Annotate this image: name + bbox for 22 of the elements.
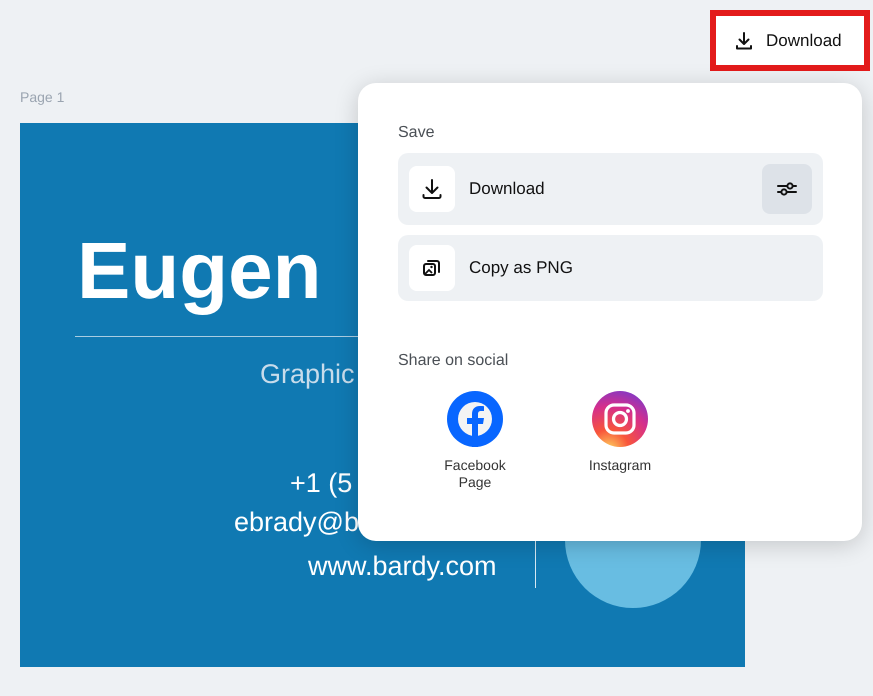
download-button[interactable]: Download <box>716 16 864 65</box>
copy-image-icon <box>409 245 455 291</box>
save-option[interactable]: Download <box>398 153 823 225</box>
card-title: Graphic <box>260 359 355 390</box>
settings-button[interactable] <box>762 164 812 214</box>
page-label: Page 1 <box>20 89 64 105</box>
card-phone: +1 (5 <box>290 468 352 499</box>
card-website: www.bardy.com <box>308 551 497 582</box>
text-cursor <box>535 540 536 588</box>
option-label: Download <box>469 179 546 199</box>
share-label: Instagram <box>588 457 652 474</box>
option-label: Copy as PNG <box>469 258 574 278</box>
section-heading: Share on social <box>398 351 510 371</box>
save-option[interactable]: Copy as PNG <box>398 235 823 301</box>
section-heading: Save <box>398 123 436 143</box>
download-icon <box>734 30 754 50</box>
download-icon <box>409 166 455 212</box>
facebook-icon[interactable] <box>447 391 503 447</box>
share-label: Facebook Page <box>443 457 507 491</box>
instagram-icon[interactable] <box>592 391 648 447</box>
card-email: ebrady@b <box>234 507 359 538</box>
card-name: Eugen <box>77 225 322 317</box>
